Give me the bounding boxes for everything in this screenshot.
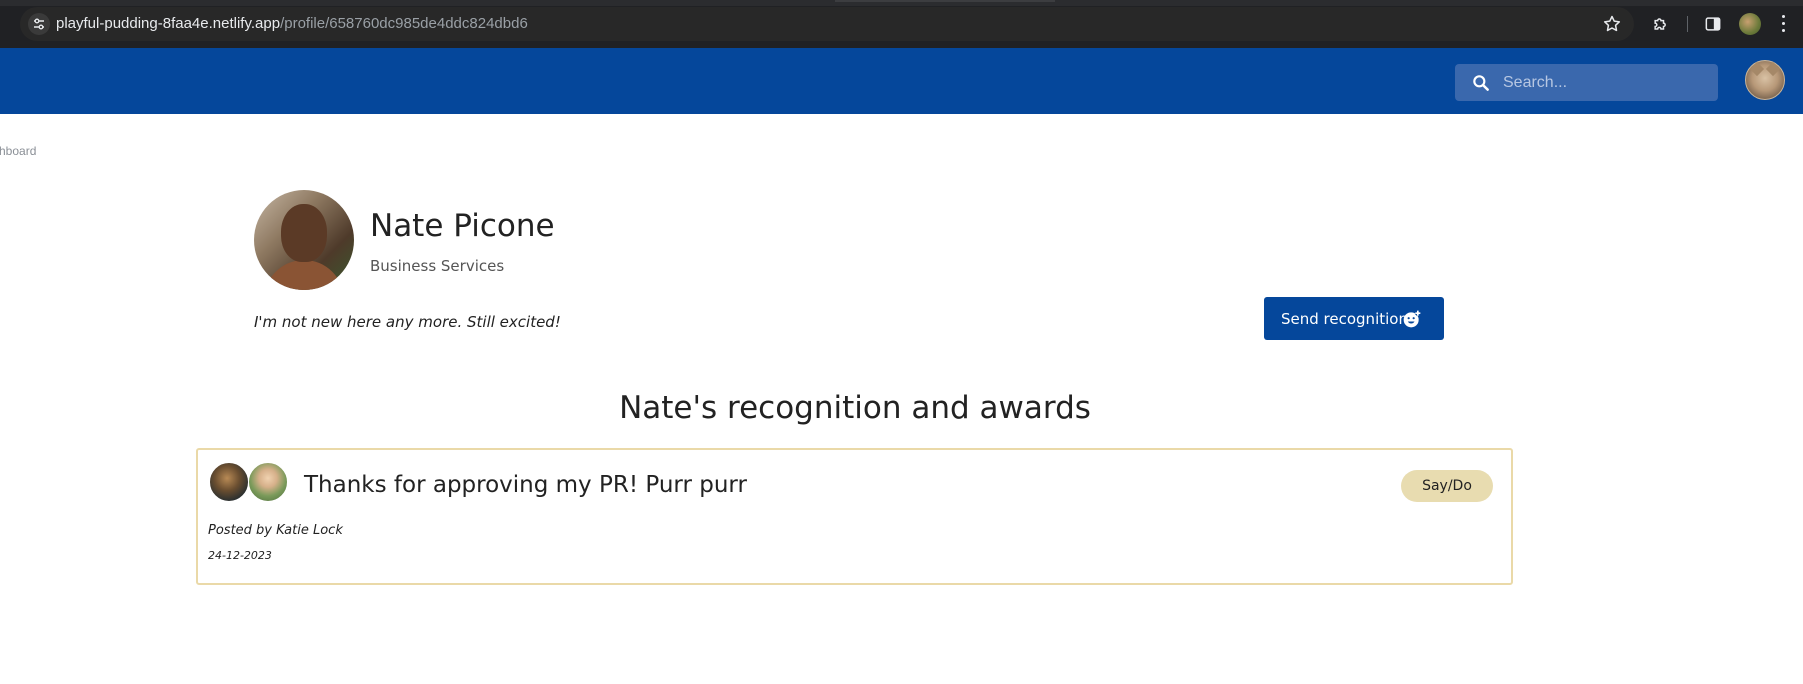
url-host: playful-pudding-8faa4e.netlify.app	[56, 15, 281, 32]
recognition-author: Posted by Katie Lock	[208, 523, 343, 538]
send-recognition-button[interactable]: Send recognition	[1264, 297, 1444, 340]
url-path: /profile/658760dc985de4ddc824dbd6	[280, 15, 528, 32]
profile-bio: I'm not new here any more. Still excited…	[254, 313, 561, 331]
search-box[interactable]	[1455, 64, 1718, 101]
profile-photo	[254, 190, 354, 290]
sender-avatar	[209, 462, 249, 502]
profile-department: Business Services	[370, 257, 505, 275]
recognition-card[interactable]: Thanks for approving my PR! Purr purr Sa…	[196, 448, 1513, 585]
toolbar-divider	[1687, 16, 1688, 32]
value-badge: Say/Do	[1401, 470, 1493, 502]
search-icon	[1471, 73, 1491, 93]
search-input[interactable]	[1503, 64, 1703, 101]
tab-strip-edge	[0, 0, 1803, 6]
recognitions-section-title: Nate's recognition and awards	[619, 390, 1091, 426]
app-header	[0, 48, 1803, 114]
address-bar[interactable]: playful-pudding-8faa4e.netlify.app/profi…	[20, 7, 1634, 41]
recognition-message: Thanks for approving my PR! Purr purr	[304, 472, 747, 498]
browser-toolbar: playful-pudding-8faa4e.netlify.app/profi…	[0, 0, 1803, 48]
recognition-date: 24-12-2023	[208, 549, 272, 562]
side-panel-icon[interactable]	[1703, 14, 1723, 34]
recipient-avatar	[248, 462, 288, 502]
browser-profile-avatar[interactable]	[1739, 13, 1761, 35]
url-text[interactable]: playful-pudding-8faa4e.netlify.app/profi…	[56, 15, 528, 32]
breadcrumb-dashboard-link[interactable]: shboard	[0, 144, 36, 158]
add-reaction-icon	[1402, 309, 1422, 329]
more-vert-icon[interactable]	[1780, 15, 1786, 33]
bookmark-star-icon[interactable]	[1602, 14, 1622, 34]
profile-name: Nate Picone	[370, 208, 555, 244]
site-info-icon[interactable]	[28, 13, 50, 35]
send-recognition-label: Send recognition	[1281, 309, 1408, 328]
user-avatar[interactable]	[1745, 60, 1785, 100]
extensions-puzzle-icon[interactable]	[1651, 14, 1671, 34]
